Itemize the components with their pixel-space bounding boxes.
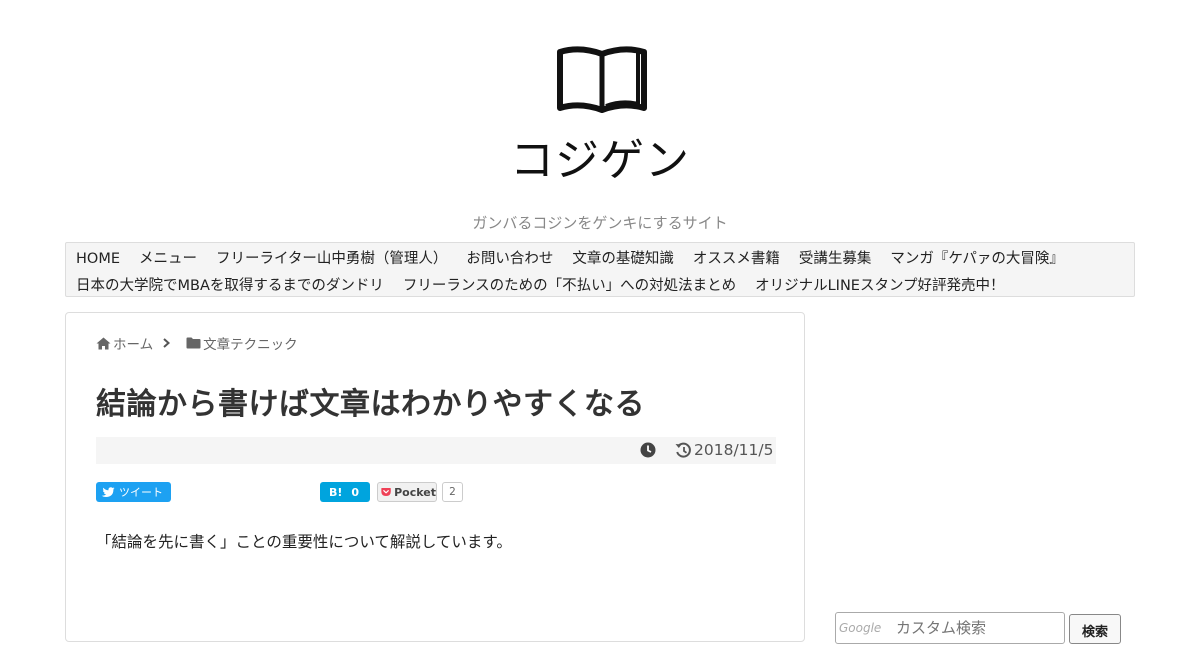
nav-item-menu[interactable]: メニュー [129, 246, 206, 273]
pocket-button[interactable]: Pocket [377, 482, 437, 502]
nav-item-contact[interactable]: お問い合わせ [456, 246, 562, 273]
home-icon [96, 337, 111, 349]
breadcrumb: ホーム 文章テクニック [96, 333, 298, 353]
article-excerpt: 「結論を先に書く」ことの重要性について解説しています。 [96, 533, 512, 551]
hatena-b-icon: B! [329, 485, 343, 499]
site-title[interactable]: コジゲン [0, 124, 1200, 188]
share-buttons: ツイート B! 0 Pocket 2 [96, 481, 776, 503]
breadcrumb-category[interactable]: 文章テクニック [186, 333, 298, 353]
updated-date: 2018/11/5 [694, 441, 774, 459]
date-bar: 2018/11/5 [96, 437, 776, 464]
custom-search: Google 検索 [835, 612, 1125, 652]
clock-icon [640, 442, 656, 458]
pocket-icon [381, 487, 391, 497]
global-nav: HOME メニュー フリーライター山中勇樹（管理人） お問い合わせ 文章の基礎知… [65, 242, 1135, 297]
folder-icon [186, 337, 201, 349]
article-card: ホーム 文章テクニック 結論から書けば文章はわかりやすくなる 2018/11/5 [65, 312, 805, 642]
nav-item-writing-basics[interactable]: 文章の基礎知識 [562, 246, 683, 273]
open-book-icon[interactable] [556, 42, 648, 114]
nav-item-recommended-books[interactable]: オススメ書籍 [683, 246, 789, 273]
nav-item-line-stamps[interactable]: オリジナルLINEスタンプ好評発売中！ [745, 273, 1013, 300]
twitter-bird-icon [101, 486, 115, 497]
breadcrumb-home[interactable]: ホーム [96, 333, 153, 353]
nav-item-mba[interactable]: 日本の大学院でMBAを取得するまでのダンドリ [66, 273, 393, 300]
search-button[interactable]: 検索 [1069, 614, 1121, 644]
site-tagline: ガンバるコジンをゲンキにするサイト [472, 214, 728, 232]
tweet-label: ツイート [119, 486, 163, 499]
hatena-count: 0 [351, 485, 360, 499]
nav-item-home[interactable]: HOME [66, 246, 129, 273]
nav-item-admin-profile[interactable]: フリーライター山中勇樹（管理人） [206, 246, 456, 273]
nav-item-student-recruitment[interactable]: 受講生募集 [789, 246, 881, 273]
pocket-count: 2 [442, 482, 463, 502]
pocket-label: Pocket [394, 485, 436, 499]
tweet-button[interactable]: ツイート [96, 482, 171, 502]
nav-item-manga[interactable]: マンガ『ケパァの大冒険』 [880, 246, 1072, 273]
chevron-right-icon [163, 338, 172, 348]
breadcrumb-category-label[interactable]: 文章テクニック [203, 333, 298, 353]
site-header: コジゲン ガンバるコジンをゲンキにするサイト HOME メニュー フリーライター… [0, 0, 1200, 297]
nav-item-nonpayment[interactable]: フリーランスのための「不払い」への対処法まとめ [393, 273, 745, 300]
history-icon [675, 442, 691, 458]
breadcrumb-home-label[interactable]: ホーム [113, 333, 153, 353]
hatena-bookmark-button[interactable]: B! 0 [320, 482, 370, 502]
article-title: 結論から書けば文章はわかりやすくなる [96, 387, 645, 422]
search-input[interactable] [835, 612, 1065, 644]
